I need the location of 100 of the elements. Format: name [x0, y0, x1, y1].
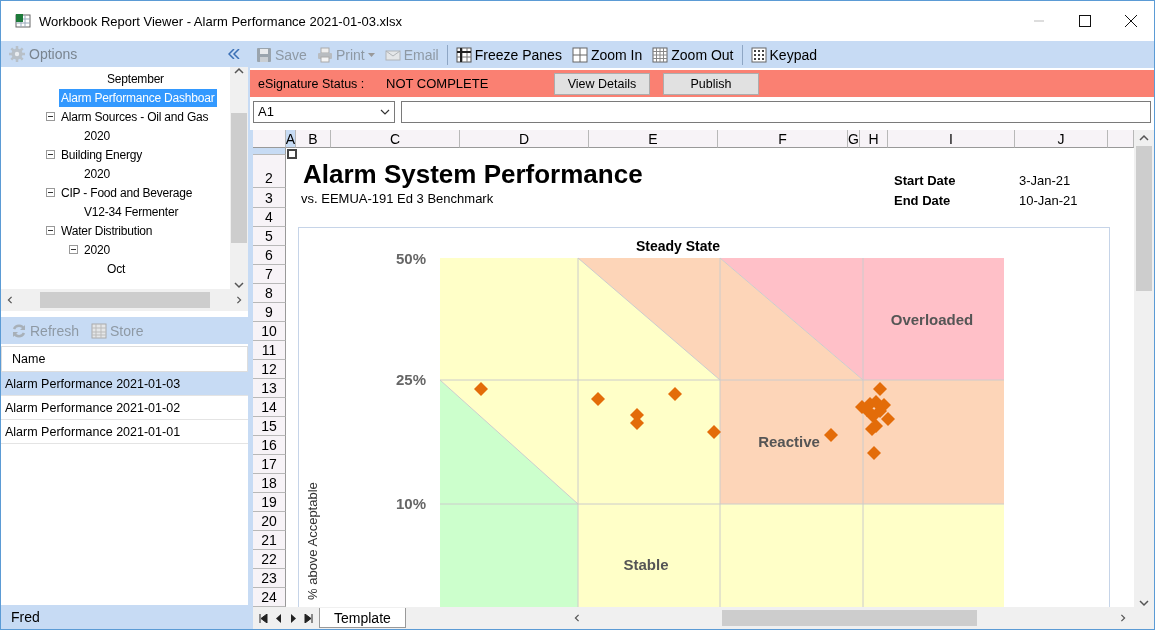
- tree-item[interactable]: Building Energy: [59, 145, 145, 164]
- status-bar: Fred: [1, 605, 248, 629]
- row-header[interactable]: 21: [253, 531, 286, 550]
- row-header[interactable]: 7: [253, 265, 286, 284]
- last-sheet-icon[interactable]: [304, 613, 313, 623]
- axis-title: % above Acceptable: [305, 482, 320, 600]
- grid-icon: [652, 46, 669, 63]
- tree-item[interactable]: Alarm Sources - Oil and Gas: [59, 107, 211, 126]
- row-header[interactable]: 6: [253, 246, 286, 265]
- chevron-down-icon[interactable]: [380, 108, 390, 115]
- close-icon: [1125, 15, 1137, 27]
- formula-field[interactable]: [401, 100, 1151, 123]
- column-header[interactable]: J: [1015, 130, 1108, 148]
- scroll-down-icon[interactable]: [1139, 599, 1149, 607]
- select-all-corner[interactable]: [253, 130, 286, 148]
- scroll-right-icon[interactable]: [234, 296, 244, 304]
- data-point: [867, 446, 881, 460]
- scrollbar-thumb[interactable]: [1136, 146, 1152, 291]
- row-header[interactable]: 5: [253, 227, 286, 246]
- data-point: [873, 382, 887, 396]
- maximize-icon: [1079, 15, 1091, 27]
- scrollbar-thumb[interactable]: [39, 292, 210, 308]
- column-header[interactable]: Name: [1, 346, 248, 372]
- column-header[interactable]: F: [718, 130, 848, 148]
- action-button[interactable]: Publish: [663, 72, 759, 95]
- row-header[interactable]: 4: [253, 208, 286, 227]
- column-header[interactable]: H: [860, 130, 888, 148]
- scroll-left-icon[interactable]: [5, 296, 15, 304]
- list-row[interactable]: Alarm Performance 2021-01-03: [1, 372, 248, 396]
- end-date-value: 10-Jan-21: [1018, 193, 1079, 208]
- row-header[interactable]: 3: [253, 188, 286, 208]
- row-header[interactable]: 24: [253, 588, 286, 607]
- row-header[interactable]: 2: [253, 155, 286, 188]
- start-date-value: 3-Jan-21: [1018, 173, 1072, 188]
- scrollbar[interactable]: [1, 289, 248, 311]
- esignature-label: eSignature Status :: [258, 76, 366, 91]
- row-header[interactable]: 9: [253, 303, 286, 322]
- data-point: [474, 382, 488, 396]
- tree-item[interactable]: Oct: [105, 259, 128, 278]
- sheet-tab[interactable]: Template: [319, 608, 406, 628]
- table-icon: [91, 322, 108, 339]
- column-header[interactable]: G: [848, 130, 860, 148]
- row-header[interactable]: 12: [253, 360, 286, 379]
- name-box[interactable]: A1: [253, 100, 395, 123]
- scrollbar[interactable]: [230, 67, 248, 289]
- row-header[interactable]: 10: [253, 322, 286, 341]
- column-header[interactable]: D: [460, 130, 589, 148]
- column-header[interactable]: B: [296, 130, 331, 148]
- row-header[interactable]: 22: [253, 550, 286, 569]
- scroll-right-icon[interactable]: [1118, 614, 1128, 622]
- column-header[interactable]: [1108, 130, 1134, 148]
- collapse-icon[interactable]: [46, 188, 55, 197]
- scroll-up-icon[interactable]: [1139, 134, 1149, 142]
- tree-item[interactable]: Water Distribution: [59, 221, 155, 240]
- scroll-up-icon[interactable]: [234, 67, 244, 75]
- tree-item[interactable]: 2020: [82, 126, 112, 145]
- list-row[interactable]: Alarm Performance 2021-01-02: [1, 396, 248, 420]
- collapse-panel-icon[interactable]: [228, 49, 240, 59]
- tree-item[interactable]: September: [105, 69, 166, 88]
- row-header[interactable]: 14: [253, 398, 286, 417]
- next-sheet-icon[interactable]: [289, 613, 298, 623]
- row-header[interactable]: 19: [253, 493, 286, 512]
- data-point: [707, 425, 721, 439]
- scrollbar-thumb[interactable]: [722, 610, 978, 626]
- chart-title: Steady State: [636, 238, 720, 254]
- toolbar-button[interactable]: Keypad: [748, 45, 819, 64]
- action-button[interactable]: View Details: [554, 72, 650, 95]
- scroll-down-icon[interactable]: [234, 281, 244, 289]
- cell-cursor: [287, 149, 297, 159]
- previous-sheet-icon[interactable]: [274, 613, 283, 623]
- tree-item[interactable]: V12-34 Fermenter: [82, 202, 181, 221]
- toolbar-button[interactable]: Freeze Panes: [453, 45, 564, 64]
- column-header[interactable]: E: [589, 130, 718, 148]
- row-header[interactable]: 20: [253, 512, 286, 531]
- column-header[interactable]: C: [331, 130, 460, 148]
- tree-item[interactable]: 2020: [82, 164, 112, 183]
- row-header[interactable]: 13: [253, 379, 286, 398]
- toolbar-button[interactable]: Zoom Out: [650, 45, 736, 64]
- collapse-icon[interactable]: [46, 226, 55, 235]
- list-row[interactable]: Alarm Performance 2021-01-01: [1, 420, 248, 444]
- tree-item[interactable]: CIP - Food and Beverage: [59, 183, 195, 202]
- first-sheet-icon[interactable]: [259, 613, 268, 623]
- tree-item[interactable]: 2020: [82, 240, 112, 259]
- row-header[interactable]: 18: [253, 474, 286, 493]
- scrollbar[interactable]: [1134, 130, 1154, 629]
- toolbar-button[interactable]: Zoom In: [569, 45, 645, 64]
- row-header[interactable]: 17: [253, 455, 286, 474]
- collapse-icon[interactable]: [46, 112, 55, 121]
- row-header[interactable]: 11: [253, 341, 286, 360]
- column-header[interactable]: I: [888, 130, 1015, 148]
- row-header[interactable]: 8: [253, 284, 286, 303]
- collapse-icon[interactable]: [46, 150, 55, 159]
- collapse-icon[interactable]: [69, 245, 78, 254]
- data-point: [630, 416, 644, 430]
- row-header[interactable]: 15: [253, 417, 286, 436]
- esignature-status: NOT COMPLETE: [386, 76, 490, 91]
- row-header[interactable]: 23: [253, 569, 286, 588]
- row-header[interactable]: 16: [253, 436, 286, 455]
- scrollbar-thumb[interactable]: [231, 113, 247, 243]
- caret-icon: [367, 52, 375, 57]
